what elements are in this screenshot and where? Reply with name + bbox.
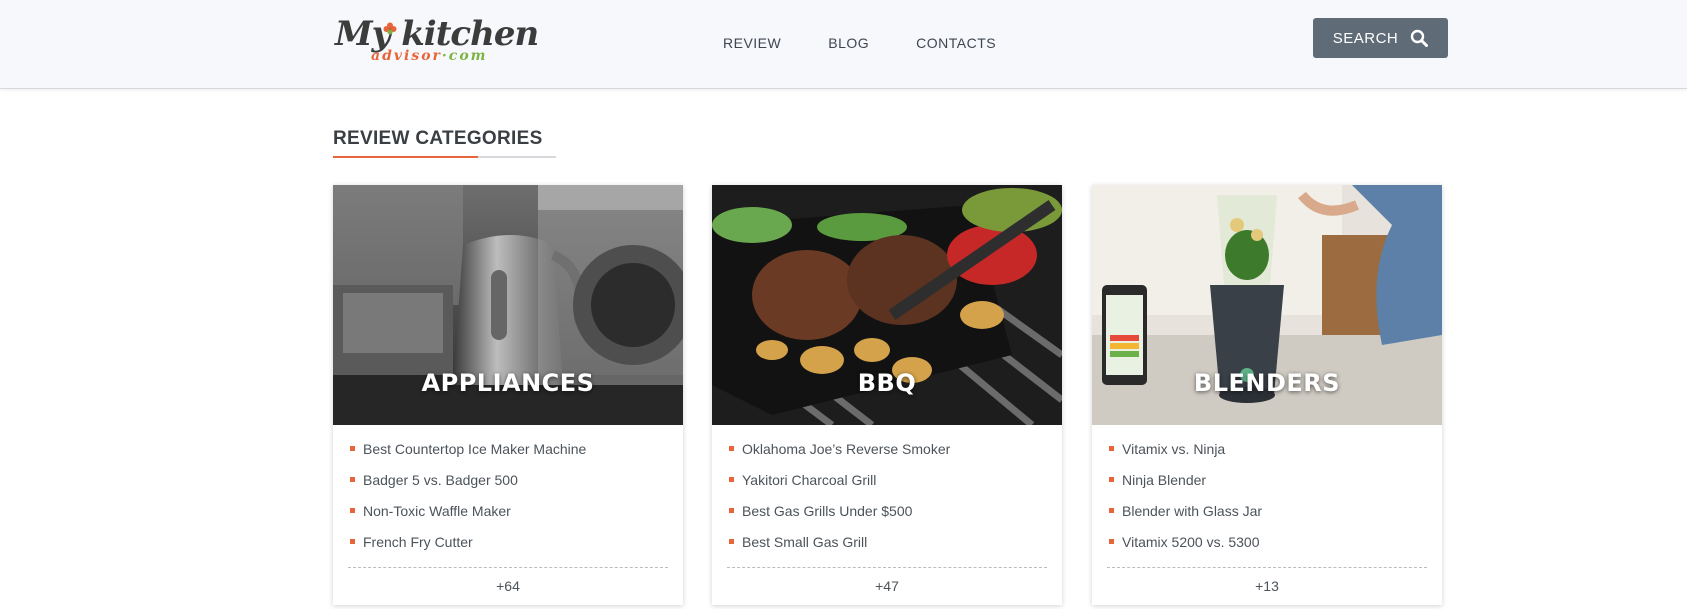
nav-contacts[interactable]: CONTACTS <box>916 35 996 51</box>
list-item-label: Best Small Gas Grill <box>742 534 868 550</box>
list-item[interactable]: Best Small Gas Grill <box>727 528 1047 559</box>
list-item-label: French Fry Cutter <box>363 534 473 550</box>
list-item[interactable]: Oklahoma Joe’s Reverse Smoker <box>727 435 1047 466</box>
bullet <box>350 539 355 544</box>
category-image-bbq[interactable]: BBQ <box>712 185 1062 425</box>
list-item[interactable]: Non-Toxic Waffle Maker <box>348 497 668 528</box>
list-item[interactable]: Best Gas Grills Under $500 <box>727 497 1047 528</box>
bullet <box>1109 477 1114 482</box>
list-item[interactable]: Ninja Blender <box>1107 466 1427 497</box>
category-card-appliances: APPLIANCES Best Countertop Ice Maker Mac… <box>333 185 683 605</box>
bullet <box>350 508 355 513</box>
list-item[interactable]: Best Countertop Ice Maker Machine <box>348 435 668 466</box>
list-item-label: Vitamix vs. Ninja <box>1122 441 1226 457</box>
list-item-label: Blender with Glass Jar <box>1122 503 1263 519</box>
bullet <box>1109 539 1114 544</box>
logo-sub-text: advisor·com <box>371 48 487 64</box>
site-logo[interactable]: My kitchen advisor·com <box>333 14 539 70</box>
search-button[interactable]: SEARCH <box>1313 18 1448 58</box>
list-item[interactable]: Vitamix 5200 vs. 5300 <box>1107 528 1427 559</box>
category-title-bbq: BBQ <box>857 369 917 397</box>
logo-sub-left: advisor <box>371 48 442 64</box>
bullet <box>350 446 355 451</box>
bullet <box>729 539 734 544</box>
main-nav: REVIEW BLOG CONTACTS <box>723 35 996 51</box>
bullet <box>1109 508 1114 513</box>
category-image-blenders[interactable]: BLENDERS <box>1092 185 1442 425</box>
underline-accent <box>333 156 478 158</box>
list-item-label: Yakitori Charcoal Grill <box>742 472 877 488</box>
category-card-blenders: BLENDERS Vitamix vs. Ninja Ninja Blender… <box>1092 185 1442 605</box>
more-link-bbq[interactable]: +47 <box>712 568 1062 594</box>
category-list-blenders: Vitamix vs. Ninja Ninja Blender Blender … <box>1092 425 1442 559</box>
list-item[interactable]: Blender with Glass Jar <box>1107 497 1427 528</box>
more-link-appliances[interactable]: +64 <box>333 568 683 594</box>
list-item-label: Badger 5 vs. Badger 500 <box>363 472 518 488</box>
section-title: REVIEW CATEGORIES <box>333 128 543 149</box>
category-list-bbq: Oklahoma Joe’s Reverse Smoker Yakitori C… <box>712 425 1062 559</box>
category-title-blenders: BLENDERS <box>1193 369 1341 397</box>
section-title-underline <box>333 156 556 158</box>
site-header: My kitchen advisor·com REVIEW BLOG CONTA… <box>0 0 1687 89</box>
search-button-label: SEARCH <box>1332 29 1399 47</box>
bullet <box>350 477 355 482</box>
list-item[interactable]: Yakitori Charcoal Grill <box>727 466 1047 497</box>
search-icon <box>1411 29 1429 47</box>
category-list-appliances: Best Countertop Ice Maker Machine Badger… <box>333 425 683 559</box>
category-card-bbq: BBQ Oklahoma Joe’s Reverse Smoker Yakito… <box>712 185 1062 605</box>
bullet <box>729 446 734 451</box>
category-image-appliances[interactable]: APPLIANCES <box>333 185 683 425</box>
list-item-label: Non-Toxic Waffle Maker <box>363 503 511 519</box>
list-item-label: Oklahoma Joe’s Reverse Smoker <box>742 441 951 457</box>
list-item-label: Vitamix 5200 vs. 5300 <box>1122 534 1260 550</box>
nav-review[interactable]: REVIEW <box>723 35 781 51</box>
more-link-blenders[interactable]: +13 <box>1092 568 1442 594</box>
list-item-label: Best Gas Grills Under $500 <box>742 503 913 519</box>
list-item[interactable]: French Fry Cutter <box>348 528 668 559</box>
flower-icon <box>383 22 397 35</box>
logo-sub-right: ·com <box>441 48 488 64</box>
list-item[interactable]: Vitamix vs. Ninja <box>1107 435 1427 466</box>
category-title-appliances: APPLIANCES <box>421 369 595 397</box>
list-item[interactable]: Badger 5 vs. Badger 500 <box>348 466 668 497</box>
bullet <box>729 508 734 513</box>
bullet <box>1109 446 1114 451</box>
bullet <box>729 477 734 482</box>
list-item-label: Best Countertop Ice Maker Machine <box>363 441 587 457</box>
nav-blog[interactable]: BLOG <box>828 35 869 51</box>
list-item-label: Ninja Blender <box>1122 472 1207 488</box>
